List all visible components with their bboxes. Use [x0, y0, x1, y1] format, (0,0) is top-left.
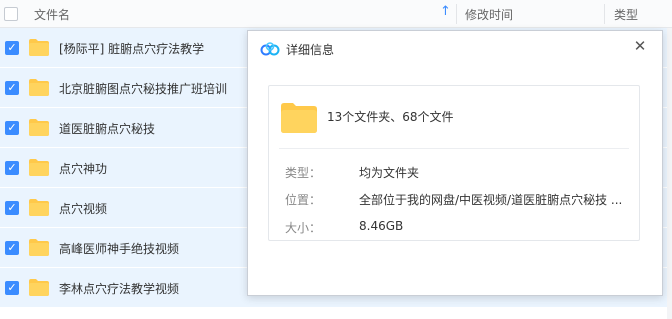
file-name[interactable]: 北京脏腑图点穴秘技推广班培训: [59, 80, 227, 97]
folder-icon: [29, 199, 49, 216]
checkbox-checked-icon[interactable]: ✓: [5, 41, 19, 55]
selection-summary: 13个文件夹、68个文件: [327, 110, 454, 124]
file-list-header: 文件名 ↑ 修改时间 类型: [0, 0, 672, 28]
folder-icon: [29, 79, 49, 96]
checkbox-checked-icon[interactable]: ✓: [5, 81, 19, 95]
size-label: 大小：: [285, 221, 322, 235]
details-dialog: 详细信息 ✕ 13个文件夹、68个文件 类型： 均为文件夹 位置： 全部位于我的…: [247, 30, 663, 296]
divider: [279, 148, 629, 149]
column-divider[interactable]: [604, 4, 605, 24]
details-card: 13个文件夹、68个文件 类型： 均为文件夹 位置： 全部位于我的网盘/中医视频…: [268, 85, 640, 241]
checkbox-checked-icon[interactable]: ✓: [5, 161, 19, 175]
folder-icon: [29, 279, 49, 296]
file-name[interactable]: 道医脏腑点穴秘技: [59, 120, 155, 137]
select-all-checkbox[interactable]: [4, 7, 18, 21]
file-name[interactable]: 李林点穴疗法教学视频: [59, 280, 179, 297]
checkbox-checked-icon[interactable]: ✓: [5, 241, 19, 255]
folder-icon: [29, 119, 49, 136]
checkbox-checked-icon[interactable]: ✓: [5, 121, 19, 135]
dialog-title: 详细信息: [286, 43, 335, 57]
column-header-modified-time[interactable]: 修改时间: [465, 6, 513, 23]
file-name[interactable]: [杨际平] 脏腑点穴疗法教学: [59, 40, 204, 57]
scrollbar[interactable]: [667, 28, 672, 319]
checkbox-checked-icon[interactable]: ✓: [5, 201, 19, 215]
type-label: 类型：: [285, 166, 322, 180]
sort-ascending-icon[interactable]: ↑: [440, 4, 451, 19]
checkbox-checked-icon[interactable]: ✓: [5, 281, 19, 295]
baidu-netdisk-logo-icon: [260, 42, 280, 56]
folder-icon: [29, 39, 49, 56]
file-name[interactable]: 点穴视频: [59, 200, 107, 217]
file-name[interactable]: 高峰医师神手绝技视频: [59, 240, 179, 257]
location-label: 位置：: [285, 193, 322, 207]
type-value: 均为文件夹: [359, 166, 420, 180]
close-icon[interactable]: ✕: [632, 37, 648, 55]
column-header-filename[interactable]: 文件名: [34, 6, 70, 23]
file-name[interactable]: 点穴神功: [59, 160, 107, 177]
column-header-type[interactable]: 类型: [614, 6, 638, 23]
folder-icon: [29, 159, 49, 176]
folder-icon: [29, 239, 49, 256]
column-divider[interactable]: [456, 4, 457, 24]
size-value: 8.46GB: [359, 219, 404, 233]
location-value[interactable]: 全部位于我的网盘/中医视频/道医脏腑点穴秘技 ...: [359, 191, 622, 208]
folder-icon: [281, 103, 317, 133]
